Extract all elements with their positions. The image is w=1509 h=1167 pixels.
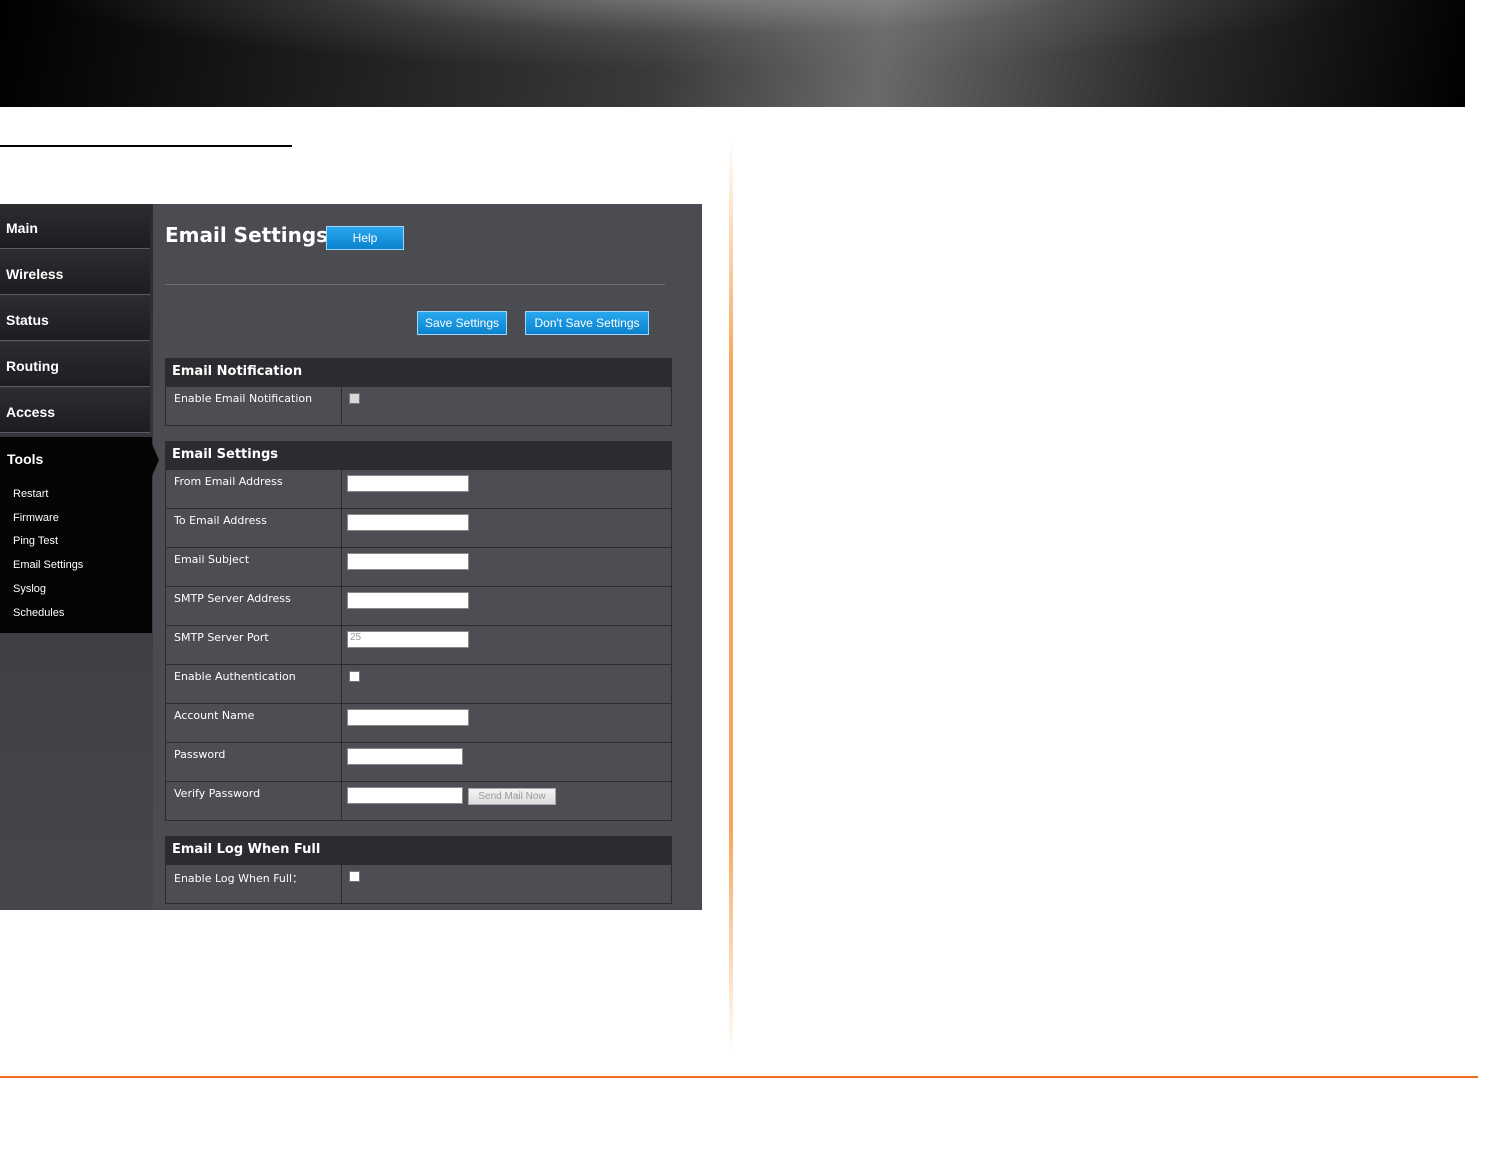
title-underline xyxy=(0,145,292,147)
sidebar-item-label: Main xyxy=(6,220,38,236)
submenu-item-schedules[interactable]: Schedules xyxy=(13,607,64,619)
column-separator xyxy=(341,626,342,664)
field-label: Verify Password xyxy=(174,787,261,800)
sidebar-item-status[interactable]: Status xyxy=(0,296,150,341)
email-subject-input[interactable] xyxy=(347,553,469,570)
account-name-input[interactable] xyxy=(347,709,469,726)
sidebar-item-wireless[interactable]: Wireless xyxy=(0,250,150,295)
column-separator xyxy=(341,704,342,742)
enable-email-notification-checkbox[interactable] xyxy=(349,393,360,404)
column-separator xyxy=(341,509,342,547)
column-separator xyxy=(341,782,342,820)
column-separator xyxy=(341,865,342,903)
top-banner xyxy=(0,0,1465,107)
form-row: Email Subject xyxy=(166,547,671,586)
main-content: Email Settings Help Save Settings Don't … xyxy=(165,204,672,910)
to-email-input[interactable] xyxy=(347,514,469,531)
sidebar-item-routing[interactable]: Routing xyxy=(0,342,150,387)
from-email-input[interactable] xyxy=(347,475,469,492)
form-row: From Email Address xyxy=(166,469,671,508)
column-separator xyxy=(341,665,342,703)
enable-log-when-full-checkbox[interactable] xyxy=(349,871,360,882)
router-admin-screenshot: Main Wireless Status Routing Access Tool… xyxy=(0,204,702,910)
field-label: Email Subject xyxy=(174,553,250,566)
section-title: Email Notification xyxy=(166,359,671,386)
column-separator xyxy=(341,743,342,781)
footer-rule xyxy=(0,1076,1478,1078)
column-separator xyxy=(341,387,342,425)
field-label: To Email Address xyxy=(174,514,267,527)
submenu-item-syslog[interactable]: Syslog xyxy=(13,583,46,595)
field-label: Enable Authentication xyxy=(174,670,296,683)
column-divider xyxy=(729,140,733,1055)
enable-authentication-checkbox[interactable] xyxy=(349,671,360,682)
form-row: To Email Address xyxy=(166,508,671,547)
smtp-server-address-input[interactable] xyxy=(347,592,469,609)
section-title: Email Log When Full xyxy=(166,837,671,864)
field-label: From Email Address xyxy=(174,475,283,488)
sidebar-item-label: Tools xyxy=(7,451,44,467)
form-row: Password xyxy=(166,742,671,781)
field-label: Enable Email Notification xyxy=(174,392,313,405)
submenu-item-restart[interactable]: Restart xyxy=(13,488,48,500)
sidebar: Main Wireless Status Routing Access Tool… xyxy=(0,204,159,910)
divider xyxy=(165,284,665,285)
form-row: SMTP Server Port 25 xyxy=(166,625,671,664)
field-label: Account Name xyxy=(174,709,255,722)
field-label: Password xyxy=(174,748,226,761)
email-notification-section: Email Notification Enable Email Notifica… xyxy=(165,358,672,426)
column-separator xyxy=(341,548,342,586)
sidebar-item-main[interactable]: Main xyxy=(0,204,150,249)
form-row: Verify Password Send Mail Now xyxy=(166,781,671,820)
field-label: SMTP Server Address xyxy=(174,592,291,605)
page-title: Email Settings xyxy=(165,223,329,247)
column-separator xyxy=(341,587,342,625)
sidebar-item-label: Wireless xyxy=(6,266,64,282)
smtp-server-port-input[interactable]: 25 xyxy=(347,631,469,648)
form-row: Account Name xyxy=(166,703,671,742)
active-pointer-arrow xyxy=(152,444,159,476)
submenu-item-firmware[interactable]: Firmware xyxy=(13,512,59,524)
form-row: Enable Authentication xyxy=(166,664,671,703)
sidebar-item-access[interactable]: Access xyxy=(0,388,150,433)
password-input[interactable] xyxy=(347,748,463,765)
email-log-when-full-section: Email Log When Full Enable Log When Full… xyxy=(165,836,672,904)
dont-save-settings-button[interactable]: Don't Save Settings xyxy=(525,311,649,335)
form-row: Enable Email Notification xyxy=(166,386,671,425)
submenu-item-email-settings[interactable]: Email Settings xyxy=(13,559,83,571)
field-label: SMTP Server Port xyxy=(174,631,269,644)
verify-password-input[interactable] xyxy=(347,787,463,804)
submenu-item-ping-test[interactable]: Ping Test xyxy=(13,535,58,547)
field-label: Enable Log When Full： xyxy=(174,872,304,885)
sidebar-item-label: Status xyxy=(6,312,49,328)
email-settings-section: Email Settings From Email Address To Ema… xyxy=(165,441,672,821)
sidebar-item-tools[interactable]: Tools Restart Firmware Ping Test Email S… xyxy=(0,437,152,633)
sidebar-item-label: Access xyxy=(6,404,56,420)
sidebar-item-label: Routing xyxy=(6,358,59,374)
help-button[interactable]: Help xyxy=(326,226,404,250)
send-mail-now-button[interactable]: Send Mail Now xyxy=(468,788,556,805)
form-row: SMTP Server Address xyxy=(166,586,671,625)
column-separator xyxy=(341,470,342,508)
form-row: Enable Log When Full： xyxy=(166,864,671,903)
save-settings-button[interactable]: Save Settings xyxy=(417,311,507,335)
section-title: Email Settings xyxy=(166,442,671,469)
